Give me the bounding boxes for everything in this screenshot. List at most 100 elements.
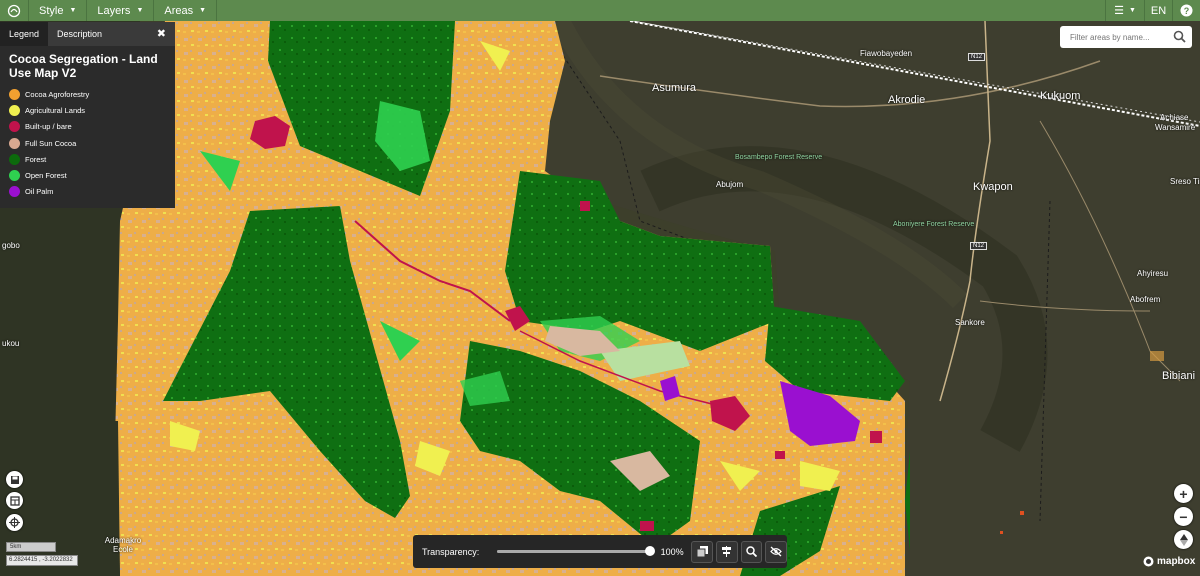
transparency-bar: Transparency: 100% — [413, 535, 788, 568]
eye-slash-icon — [770, 546, 782, 557]
forest-reserve-label: Bosambepo Forest Reserve — [735, 154, 823, 161]
table-icon — [9, 495, 20, 506]
road-shield: N12 — [970, 242, 988, 250]
tab-legend[interactable]: Legend — [0, 22, 49, 46]
menu-layers-label: Layers — [97, 4, 131, 17]
place-label: Abofrem — [1130, 295, 1161, 304]
help-icon: ? — [1180, 4, 1193, 17]
layers-copy-button[interactable] — [691, 540, 713, 563]
filter-areas-input[interactable] — [1068, 31, 1172, 43]
place-label: Wansamire — [1155, 123, 1196, 132]
cursor-coordinates: 6.2824415 , -3.2022832 — [6, 555, 78, 566]
legend-swatch — [9, 88, 20, 100]
scale-bar: 5km — [6, 542, 56, 552]
legend-swatch — [9, 186, 20, 198]
forest-reserve-label: Aboniyere Forest Reserve — [893, 221, 975, 228]
legend-item-label: Full Sun Cocoa — [25, 138, 77, 148]
place-label: Achiase — [1160, 113, 1189, 122]
app-logo-icon[interactable] — [0, 0, 29, 21]
chevron-down-icon: ▼ — [69, 7, 77, 14]
menu-areas-label: Areas — [164, 4, 194, 17]
tab-description[interactable]: Description — [48, 22, 111, 46]
slider-handle[interactable] — [644, 546, 655, 556]
legend-item-label: Cocoa Agroforestry — [25, 89, 90, 99]
mapbox-logo-icon — [1143, 556, 1154, 567]
save-icon — [10, 475, 19, 484]
place-label: Ahyiresu — [1137, 269, 1169, 278]
zoom-in-button[interactable]: + — [1174, 484, 1193, 503]
chevron-down-icon: ▼ — [1128, 7, 1136, 14]
legend-item: Agricultural Lands — [0, 102, 175, 118]
road-shield: N12 — [968, 53, 986, 61]
legend-item-label: Forest — [25, 154, 47, 164]
chevron-down-icon: ▼ — [199, 7, 207, 14]
top-bar: Style ▼ Layers ▼ Areas ▼ ☰ ▼ EN ? — [0, 0, 1200, 21]
svg-text:?: ? — [1184, 6, 1190, 16]
table-button[interactable] — [6, 492, 23, 509]
legend-item: Oil Palm — [0, 184, 175, 200]
place-label: Fiawobayeden — [860, 49, 913, 58]
magnify-icon — [746, 546, 757, 557]
compass-icon — [1179, 533, 1188, 546]
transparency-slider[interactable] — [496, 546, 655, 556]
place-label: Sreso Tim — [1170, 177, 1200, 186]
legend-list: Cocoa Agroforestry Agricultural Lands Buil… — [0, 86, 175, 200]
legend-swatch — [9, 104, 20, 116]
menu-style[interactable]: Style ▼ — [29, 0, 88, 21]
language-selector[interactable]: EN — [1144, 0, 1172, 21]
transparency-label: Transparency: — [422, 546, 480, 557]
legend-item: Open Forest — [0, 167, 175, 183]
menu-areas[interactable]: Areas ▼ — [154, 0, 218, 21]
place-label: Bibiani — [1162, 370, 1196, 382]
slider-fill — [496, 550, 650, 553]
zoom-to-layer-button[interactable] — [740, 540, 763, 563]
legend-item-label: Oil Palm — [25, 187, 54, 197]
search-box — [1060, 26, 1192, 48]
legend-item: Cocoa Agroforestry — [0, 86, 175, 102]
legend-item: Built-up / bare — [0, 119, 175, 135]
search-icon[interactable] — [1173, 30, 1186, 43]
legend-swatch — [9, 153, 20, 165]
place-label: Asumura — [652, 82, 697, 94]
legend-item-label: Agricultural Lands — [25, 105, 86, 115]
place-label: Kwapon — [973, 181, 1013, 193]
place-label: Sankore — [955, 318, 985, 327]
minus-icon: − — [1179, 508, 1188, 525]
zoom-out-button[interactable]: − — [1174, 507, 1193, 526]
align-icon — [722, 546, 732, 557]
legend-swatch — [9, 170, 20, 182]
hamburger-icon: ☰ — [1114, 5, 1124, 17]
place-label: Adamakro Ecole — [104, 536, 142, 554]
place-label: Akrodie — [888, 94, 926, 106]
place-label: ukou — [2, 339, 20, 348]
legend-item-label: Built-up / bare — [25, 122, 72, 132]
place-label: Abujom — [716, 180, 744, 189]
map-canvas[interactable]: Fiawobayeden Asumura Akrodie Kukuom Achi… — [0, 21, 1200, 576]
save-button[interactable] — [6, 471, 23, 488]
legend-swatch — [9, 121, 20, 133]
legend-title: Cocoa Segregation - Land Use Map V2 — [9, 52, 158, 80]
copy-icon — [696, 546, 708, 557]
help-button[interactable]: ? — [1172, 0, 1200, 21]
menu-layers[interactable]: Layers ▼ — [87, 0, 155, 21]
place-label: Kukuom — [1040, 90, 1081, 102]
close-icon[interactable]: ✖ — [157, 27, 166, 40]
transparency-value: 100% — [660, 546, 684, 557]
legend-item: Full Sun Cocoa — [0, 135, 175, 151]
hide-layer-button[interactable] — [765, 540, 788, 563]
compass-button[interactable] — [1174, 530, 1193, 549]
crosshair-icon — [9, 517, 20, 528]
chevron-down-icon: ▼ — [136, 7, 144, 14]
place-label: gobo — [2, 241, 20, 250]
mapbox-attribution[interactable]: mapbox — [1143, 556, 1195, 567]
legend-item-label: Open Forest — [25, 171, 67, 181]
split-view-button[interactable] — [715, 540, 738, 563]
locate-button[interactable] — [6, 514, 23, 531]
menu-style-label: Style — [39, 4, 64, 17]
mapbox-attribution-text: mapbox — [1157, 556, 1196, 567]
legend-item: Forest — [0, 151, 175, 167]
legend-tabs: Legend Description ✖ — [0, 22, 175, 46]
legend-swatch — [9, 137, 20, 149]
hamburger-menu-button[interactable]: ☰ ▼ — [1105, 0, 1144, 21]
plus-icon: + — [1179, 485, 1188, 502]
